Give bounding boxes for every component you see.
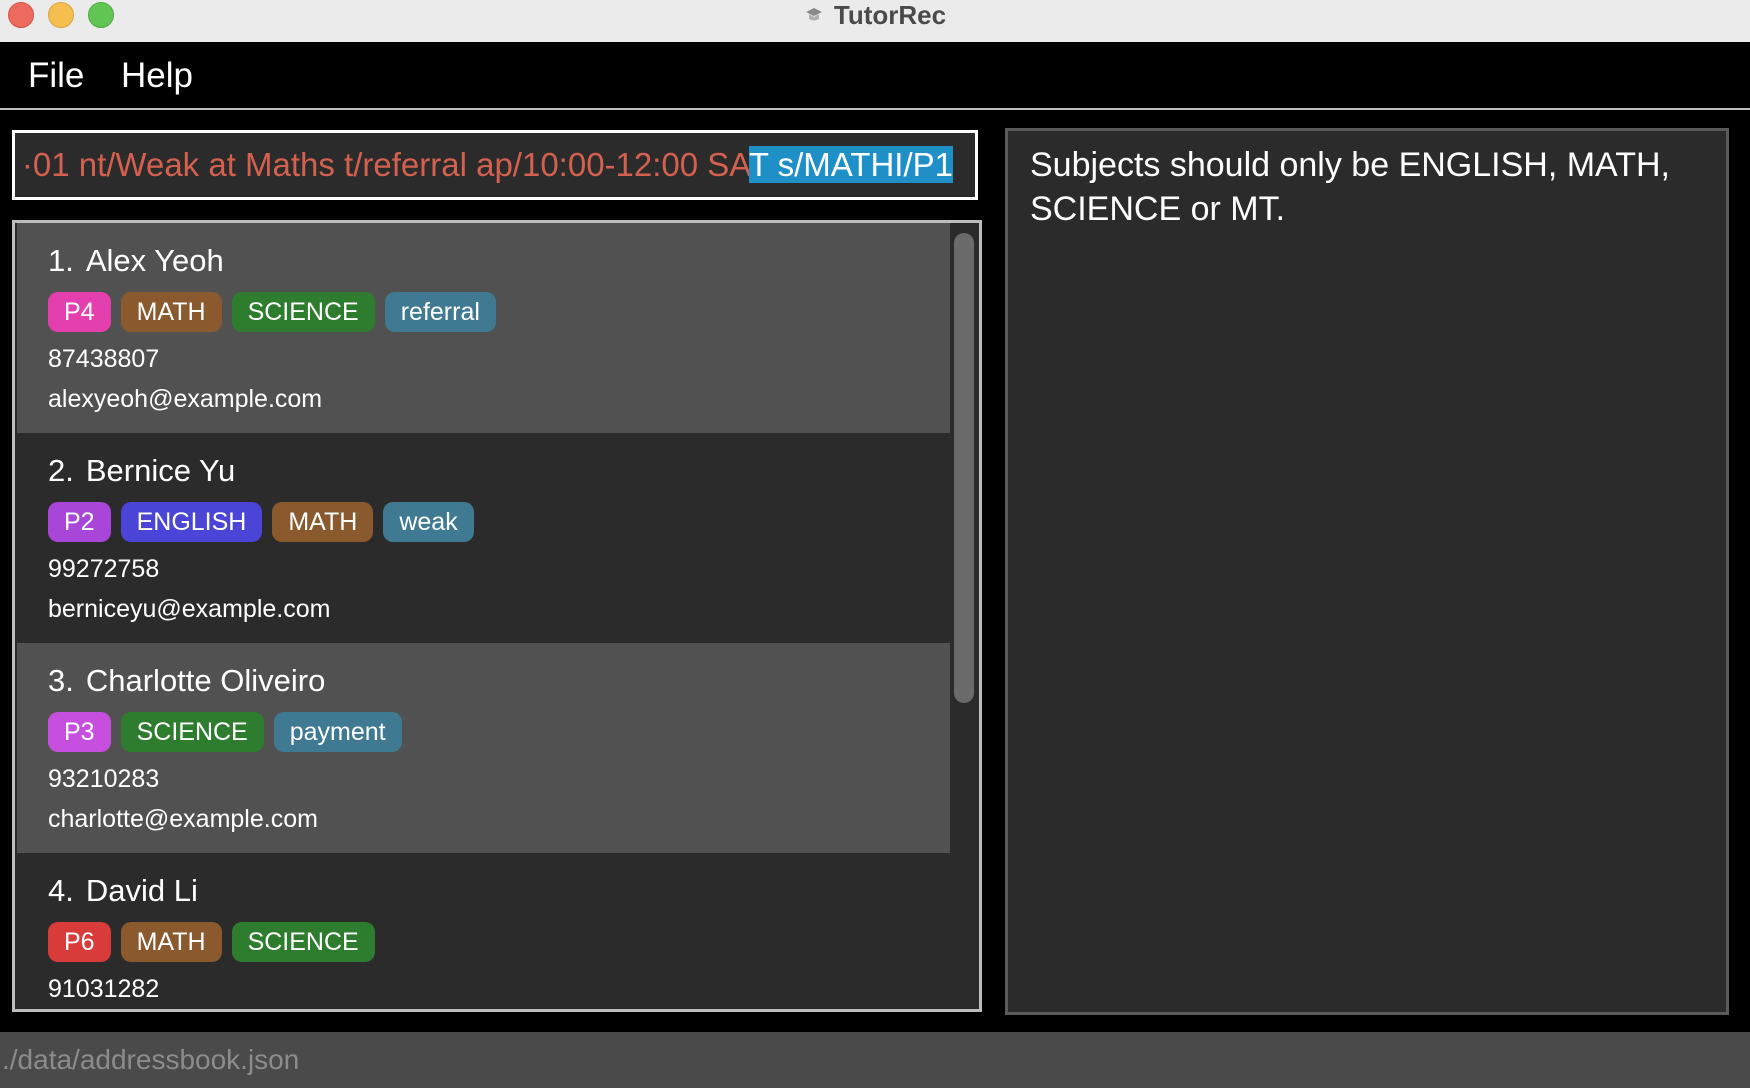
person-index: 3.: [48, 663, 74, 698]
command-text: ·01 nt/Weak at Maths t/referral ap/10:00…: [22, 145, 953, 185]
person-name-row: 4. David Li: [48, 873, 198, 909]
person-card[interactable]: 4. David Li P6 MATH SCIENCE 91031282: [17, 853, 950, 1009]
result-message: Subjects should only be ENGLISH, MATH, S…: [1030, 146, 1670, 228]
tag-badge: P4: [48, 292, 111, 332]
menu-help[interactable]: Help: [121, 56, 193, 96]
title-bar: TutorRec: [0, 0, 1750, 43]
app-logo-icon: [805, 8, 822, 21]
window-title: TutorRec: [833, 0, 947, 30]
person-index: 4.: [48, 873, 74, 908]
command-input[interactable]: ·01 nt/Weak at Maths t/referral ap/10:00…: [12, 130, 978, 200]
tag-badge: SCIENCE: [231, 922, 375, 962]
tag-badge: referral: [384, 292, 496, 332]
person-tags: P6 MATH SCIENCE: [48, 922, 375, 962]
menu-bar: File Help: [0, 42, 1750, 110]
save-location-path: ./data/addressbook.json: [2, 1044, 300, 1075]
person-name: Charlotte Oliveiro: [85, 663, 326, 698]
person-index: 1.: [48, 243, 74, 278]
person-name: Bernice Yu: [85, 453, 236, 488]
person-name-row: 1. Alex Yeoh: [48, 243, 224, 279]
tag-badge: MATH: [272, 502, 374, 542]
tag-badge: weak: [383, 502, 474, 542]
tag-badge: ENGLISH: [120, 502, 263, 542]
person-phone: 87438807: [48, 345, 160, 373]
person-name: David Li: [85, 873, 198, 908]
command-text-unselected: ·01 nt/Weak at Maths t/referral ap/10:00…: [21, 146, 749, 183]
tag-badge: MATH: [120, 292, 222, 332]
person-email: berniceyu@example.com: [48, 595, 331, 623]
command-text-selected: T s/MATHI/P1: [748, 146, 953, 183]
tag-badge: MATH: [120, 922, 222, 962]
person-name: Alex Yeoh: [85, 243, 224, 278]
tag-badge: P6: [48, 922, 111, 962]
person-email: alexyeoh@example.com: [48, 385, 323, 413]
tag-badge: payment: [273, 712, 402, 752]
scrollbar-thumb[interactable]: [954, 233, 974, 703]
tag-badge: SCIENCE: [231, 292, 375, 332]
status-bar: ./data/addressbook.json: [0, 1032, 1750, 1088]
person-name-row: 3. Charlotte Oliveiro: [48, 663, 325, 699]
person-phone: 99272758: [48, 555, 160, 583]
person-tags: P3 SCIENCE payment: [48, 712, 402, 752]
app-window: TutorRec File Help ·01 nt/Weak at Maths …: [0, 0, 1750, 1088]
person-name-row: 2. Bernice Yu: [48, 453, 235, 489]
person-list[interactable]: 1. Alex Yeoh P4 MATH SCIENCE referral 87438807…: [12, 220, 982, 1012]
person-card[interactable]: 2. Bernice Yu P2 ENGLISH MATH weak 99272758 ber…: [17, 433, 950, 643]
person-phone: 91031282: [48, 975, 160, 1003]
person-card[interactable]: 3. Charlotte Oliveiro P3 SCIENCE payment 9321…: [17, 643, 950, 853]
window-title-group: TutorRec: [0, 0, 1750, 30]
result-display: Subjects should only be ENGLISH, MATH, S…: [1005, 128, 1729, 1015]
tag-badge: P3: [48, 712, 111, 752]
person-card[interactable]: 1. Alex Yeoh P4 MATH SCIENCE referral 87438807…: [17, 223, 950, 433]
person-tags: P4 MATH SCIENCE referral: [48, 292, 496, 332]
person-index: 2.: [48, 453, 74, 488]
tag-badge: SCIENCE: [120, 712, 264, 752]
tag-badge: P2: [48, 502, 111, 542]
person-email: charlotte@example.com: [48, 805, 318, 833]
menu-file[interactable]: File: [28, 56, 84, 96]
person-phone: 93210283: [48, 765, 160, 793]
person-tags: P2 ENGLISH MATH weak: [48, 502, 474, 542]
